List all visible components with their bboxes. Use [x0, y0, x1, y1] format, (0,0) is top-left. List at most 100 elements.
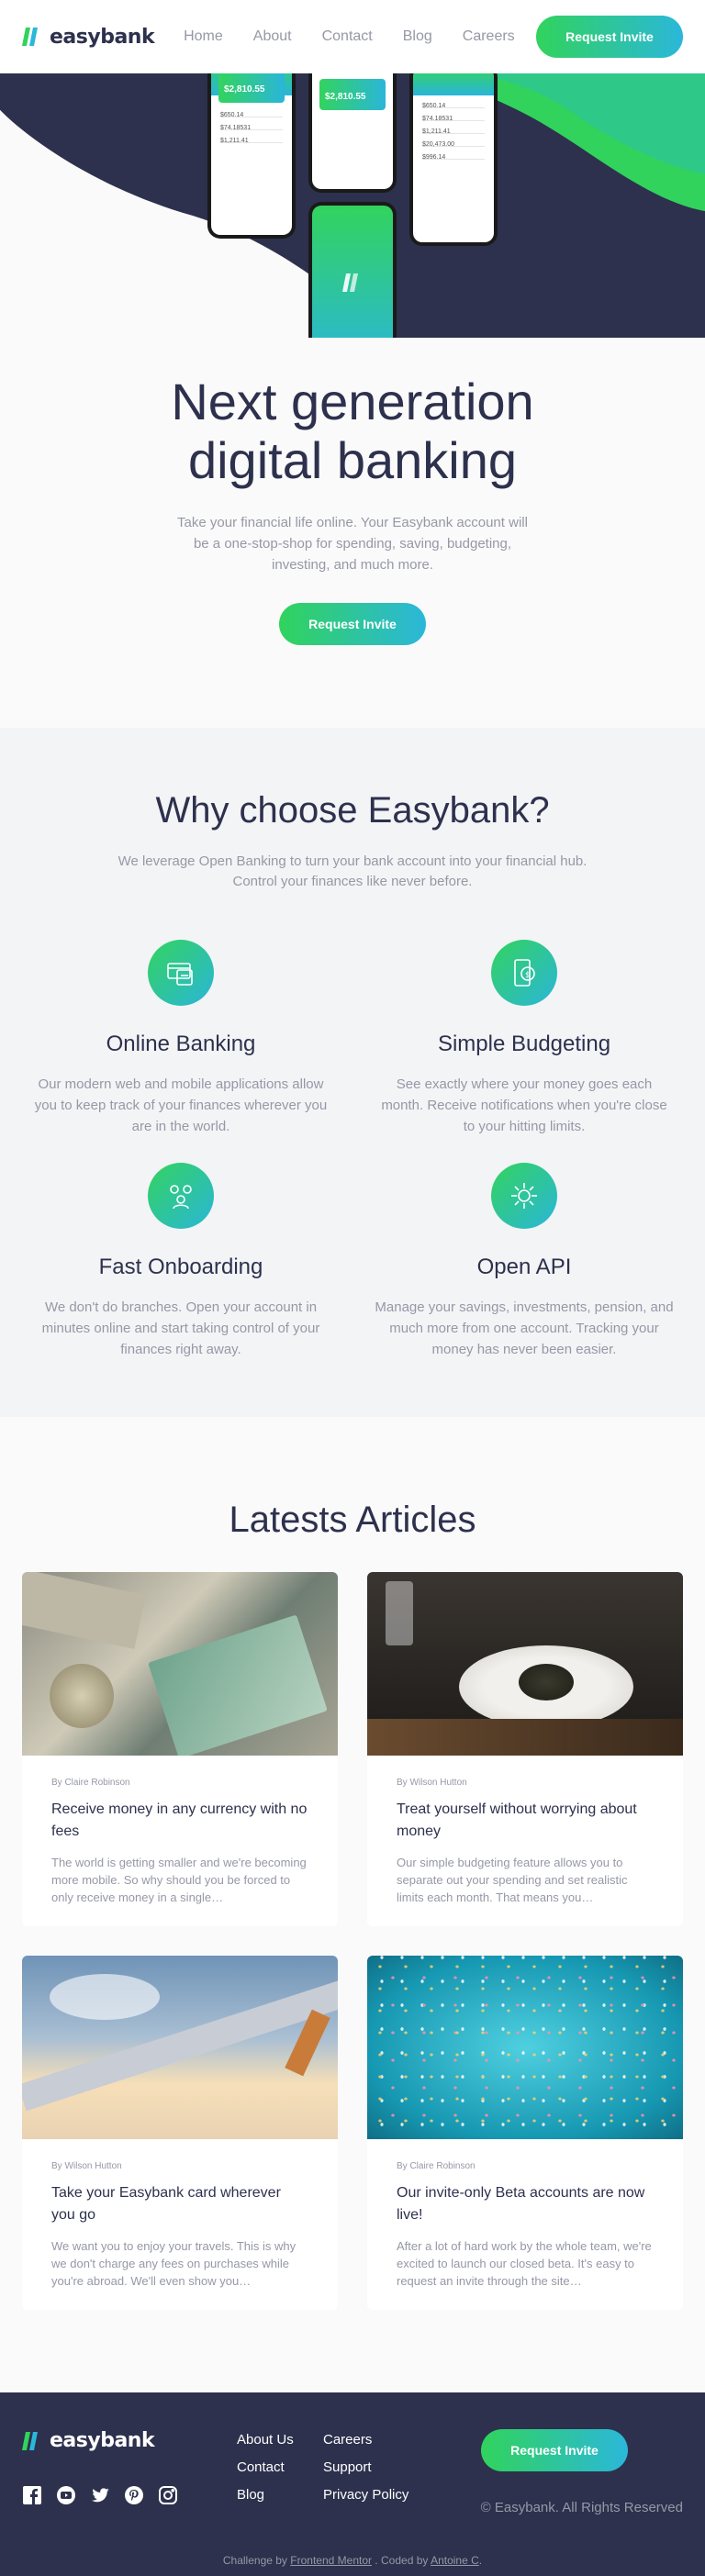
onboarding-icon: [148, 1163, 214, 1229]
feature-fast-onboarding: Fast Onboarding We don't do branches. Op…: [28, 1163, 334, 1360]
logo[interactable]: easybank: [22, 25, 155, 49]
feature-title: Open API: [476, 1255, 572, 1279]
transaction-row: $650.14: [422, 103, 485, 109]
nav-blog[interactable]: Blog: [403, 28, 432, 45]
article-title[interactable]: Receive money in any currency with no fe…: [51, 1799, 308, 1843]
attribution-mid: . Coded by: [375, 2554, 429, 2567]
article-excerpt: The world is getting smaller and we're b…: [51, 1856, 307, 1904]
article-card[interactable]: By Wilson Hutton Treat yourself without …: [367, 1572, 683, 1926]
logo-icon: [342, 273, 358, 292]
nav-contact[interactable]: Contact: [322, 28, 373, 45]
article-excerpt: Our simple budgeting feature allows you …: [397, 1856, 628, 1904]
main-nav: Home About Contact Blog Careers: [184, 28, 515, 45]
footer-link-support[interactable]: Support: [323, 2459, 442, 2475]
copyright: © Easybank. All Rights Reserved: [480, 2500, 683, 2515]
transaction-row: $650.14: [220, 112, 283, 118]
why-title: Why choose Easybank?: [155, 790, 550, 831]
feature-text: See exactly where your money goes each m…: [381, 1076, 667, 1134]
why-section: Why choose Easybank? We leverage Open Ba…: [0, 728, 705, 1417]
api-icon: [491, 1163, 557, 1229]
balance-card: $2,810.55: [218, 73, 285, 103]
site-footer: easybank About Us Careers Contact Suppor…: [0, 2392, 705, 2576]
hero-title-line2: digital banking: [187, 431, 518, 489]
author-link[interactable]: Antoine C: [431, 2554, 479, 2567]
phone-mockups: $2,810.55 $650.14 $74.18531 $1,211.41 $2…: [207, 73, 501, 338]
nav-home[interactable]: Home: [184, 28, 223, 45]
attribution-prefix: Challenge by: [222, 2554, 287, 2567]
hero-title-line1: Next generation: [171, 373, 534, 430]
footer-link-privacy-policy[interactable]: Privacy Policy: [323, 2487, 442, 2503]
nav-about[interactable]: About: [253, 28, 292, 45]
article-author: By Claire Robinson: [51, 1778, 130, 1788]
logo-text: easybank: [50, 25, 155, 49]
article-title[interactable]: Treat yourself without worrying about mo…: [397, 1799, 654, 1843]
logo-text: easybank: [50, 2429, 155, 2452]
feature-text: Manage your savings, investments, pensio…: [375, 1299, 674, 1357]
articles-grid: By Claire Robinson Receive money in any …: [22, 1572, 683, 2310]
hero-title: Next generation digital banking: [55, 373, 650, 490]
phone-left: $2,810.55 $650.14 $74.18531 $1,211.41: [207, 73, 296, 239]
youtube-icon[interactable]: [56, 2485, 76, 2505]
features-grid: Online Banking Our modern web and mobile…: [28, 940, 677, 1360]
logo-icon: [22, 28, 42, 46]
phone-right: $650.14 $74.18531 $1,211.41 $20,473.00 $…: [409, 73, 498, 246]
balance-card: $2,810.55: [319, 79, 386, 110]
phone-middle-top: $2,810.55: [308, 73, 397, 193]
nav-careers[interactable]: Careers: [463, 28, 515, 45]
article-title[interactable]: Take your Easybank card wherever you go: [51, 2182, 308, 2226]
instagram-icon[interactable]: [158, 2485, 178, 2505]
feature-title: Online Banking: [106, 1032, 256, 1056]
article-excerpt: After a lot of hard work by the whole te…: [397, 2239, 652, 2288]
article-card[interactable]: By Wilson Hutton Take your Easybank card…: [22, 1956, 338, 2310]
article-author: By Claire Robinson: [397, 2161, 476, 2171]
footer-link-about-us[interactable]: About Us: [237, 2432, 323, 2448]
hero-visual: $2,810.55 $650.14 $74.18531 $1,211.41 $2…: [0, 73, 705, 338]
transaction-row: $20,473.00: [422, 141, 485, 148]
frontend-mentor-link[interactable]: Frontend Mentor: [290, 2554, 372, 2567]
phone-bottom: [308, 202, 397, 338]
article-image-confetti: [367, 1956, 683, 2139]
article-image-plane: [22, 1956, 338, 2139]
feature-simple-budgeting: $ Simple Budgeting See exactly where you…: [371, 940, 677, 1137]
articles-section: Latests Articles By Claire Robinson Rece…: [0, 1417, 705, 2392]
article-image-currency: [22, 1572, 338, 1756]
budgeting-icon: $: [491, 940, 557, 1006]
footer-links: About Us Careers Contact Support Blog Pr…: [237, 2432, 442, 2503]
article-image-restaurant: [367, 1572, 683, 1756]
footer-link-blog[interactable]: Blog: [237, 2487, 323, 2503]
twitter-icon[interactable]: [90, 2485, 110, 2505]
footer-request-invite-button[interactable]: Request Invite: [481, 2429, 628, 2471]
article-author: By Wilson Hutton: [51, 2161, 122, 2171]
feature-online-banking: Online Banking Our modern web and mobile…: [28, 940, 334, 1137]
hero-request-invite-button[interactable]: Request Invite: [279, 603, 426, 645]
logo-icon: [22, 2431, 42, 2450]
why-description: We leverage Open Banking to turn your ba…: [118, 853, 588, 889]
article-excerpt: We want you to enjoy your travels. This …: [51, 2239, 297, 2288]
feature-title: Fast Onboarding: [98, 1255, 263, 1279]
pinterest-icon[interactable]: [124, 2485, 144, 2505]
articles-title: Latests Articles: [229, 1500, 476, 1540]
feature-title: Simple Budgeting: [437, 1032, 611, 1056]
hero-description: Take your financial life online. Your Ea…: [177, 515, 528, 573]
site-header: easybank Home About Contact Blog Careers…: [0, 0, 705, 73]
footer-link-careers[interactable]: Careers: [323, 2432, 442, 2448]
attribution: Challenge by Frontend Mentor . Coded by …: [0, 2554, 705, 2567]
online-banking-icon: [148, 940, 214, 1006]
article-card[interactable]: By Claire Robinson Our invite-only Beta …: [367, 1956, 683, 2310]
transaction-row: $996.14: [422, 154, 485, 161]
transaction-row: $74.18531: [220, 125, 283, 131]
article-title[interactable]: Our invite-only Beta accounts are now li…: [397, 2182, 654, 2226]
transaction-row: $1,211.41: [220, 138, 283, 144]
article-author: By Wilson Hutton: [397, 1778, 467, 1788]
svg-text:$: $: [525, 971, 531, 980]
request-invite-button[interactable]: Request Invite: [536, 16, 683, 58]
feature-text: Our modern web and mobile applications a…: [34, 1076, 328, 1134]
footer-link-contact[interactable]: Contact: [237, 2459, 323, 2475]
hero-section: Next generation digital banking Take you…: [0, 338, 705, 728]
transaction-row: $74.18531: [422, 116, 485, 122]
facebook-icon[interactable]: [22, 2485, 42, 2505]
article-card[interactable]: By Claire Robinson Receive money in any …: [22, 1572, 338, 1926]
transaction-row: $1,211.41: [422, 128, 485, 135]
feature-text: We don't do branches. Open your account …: [41, 1299, 320, 1357]
attribution-end: .: [478, 2554, 483, 2567]
